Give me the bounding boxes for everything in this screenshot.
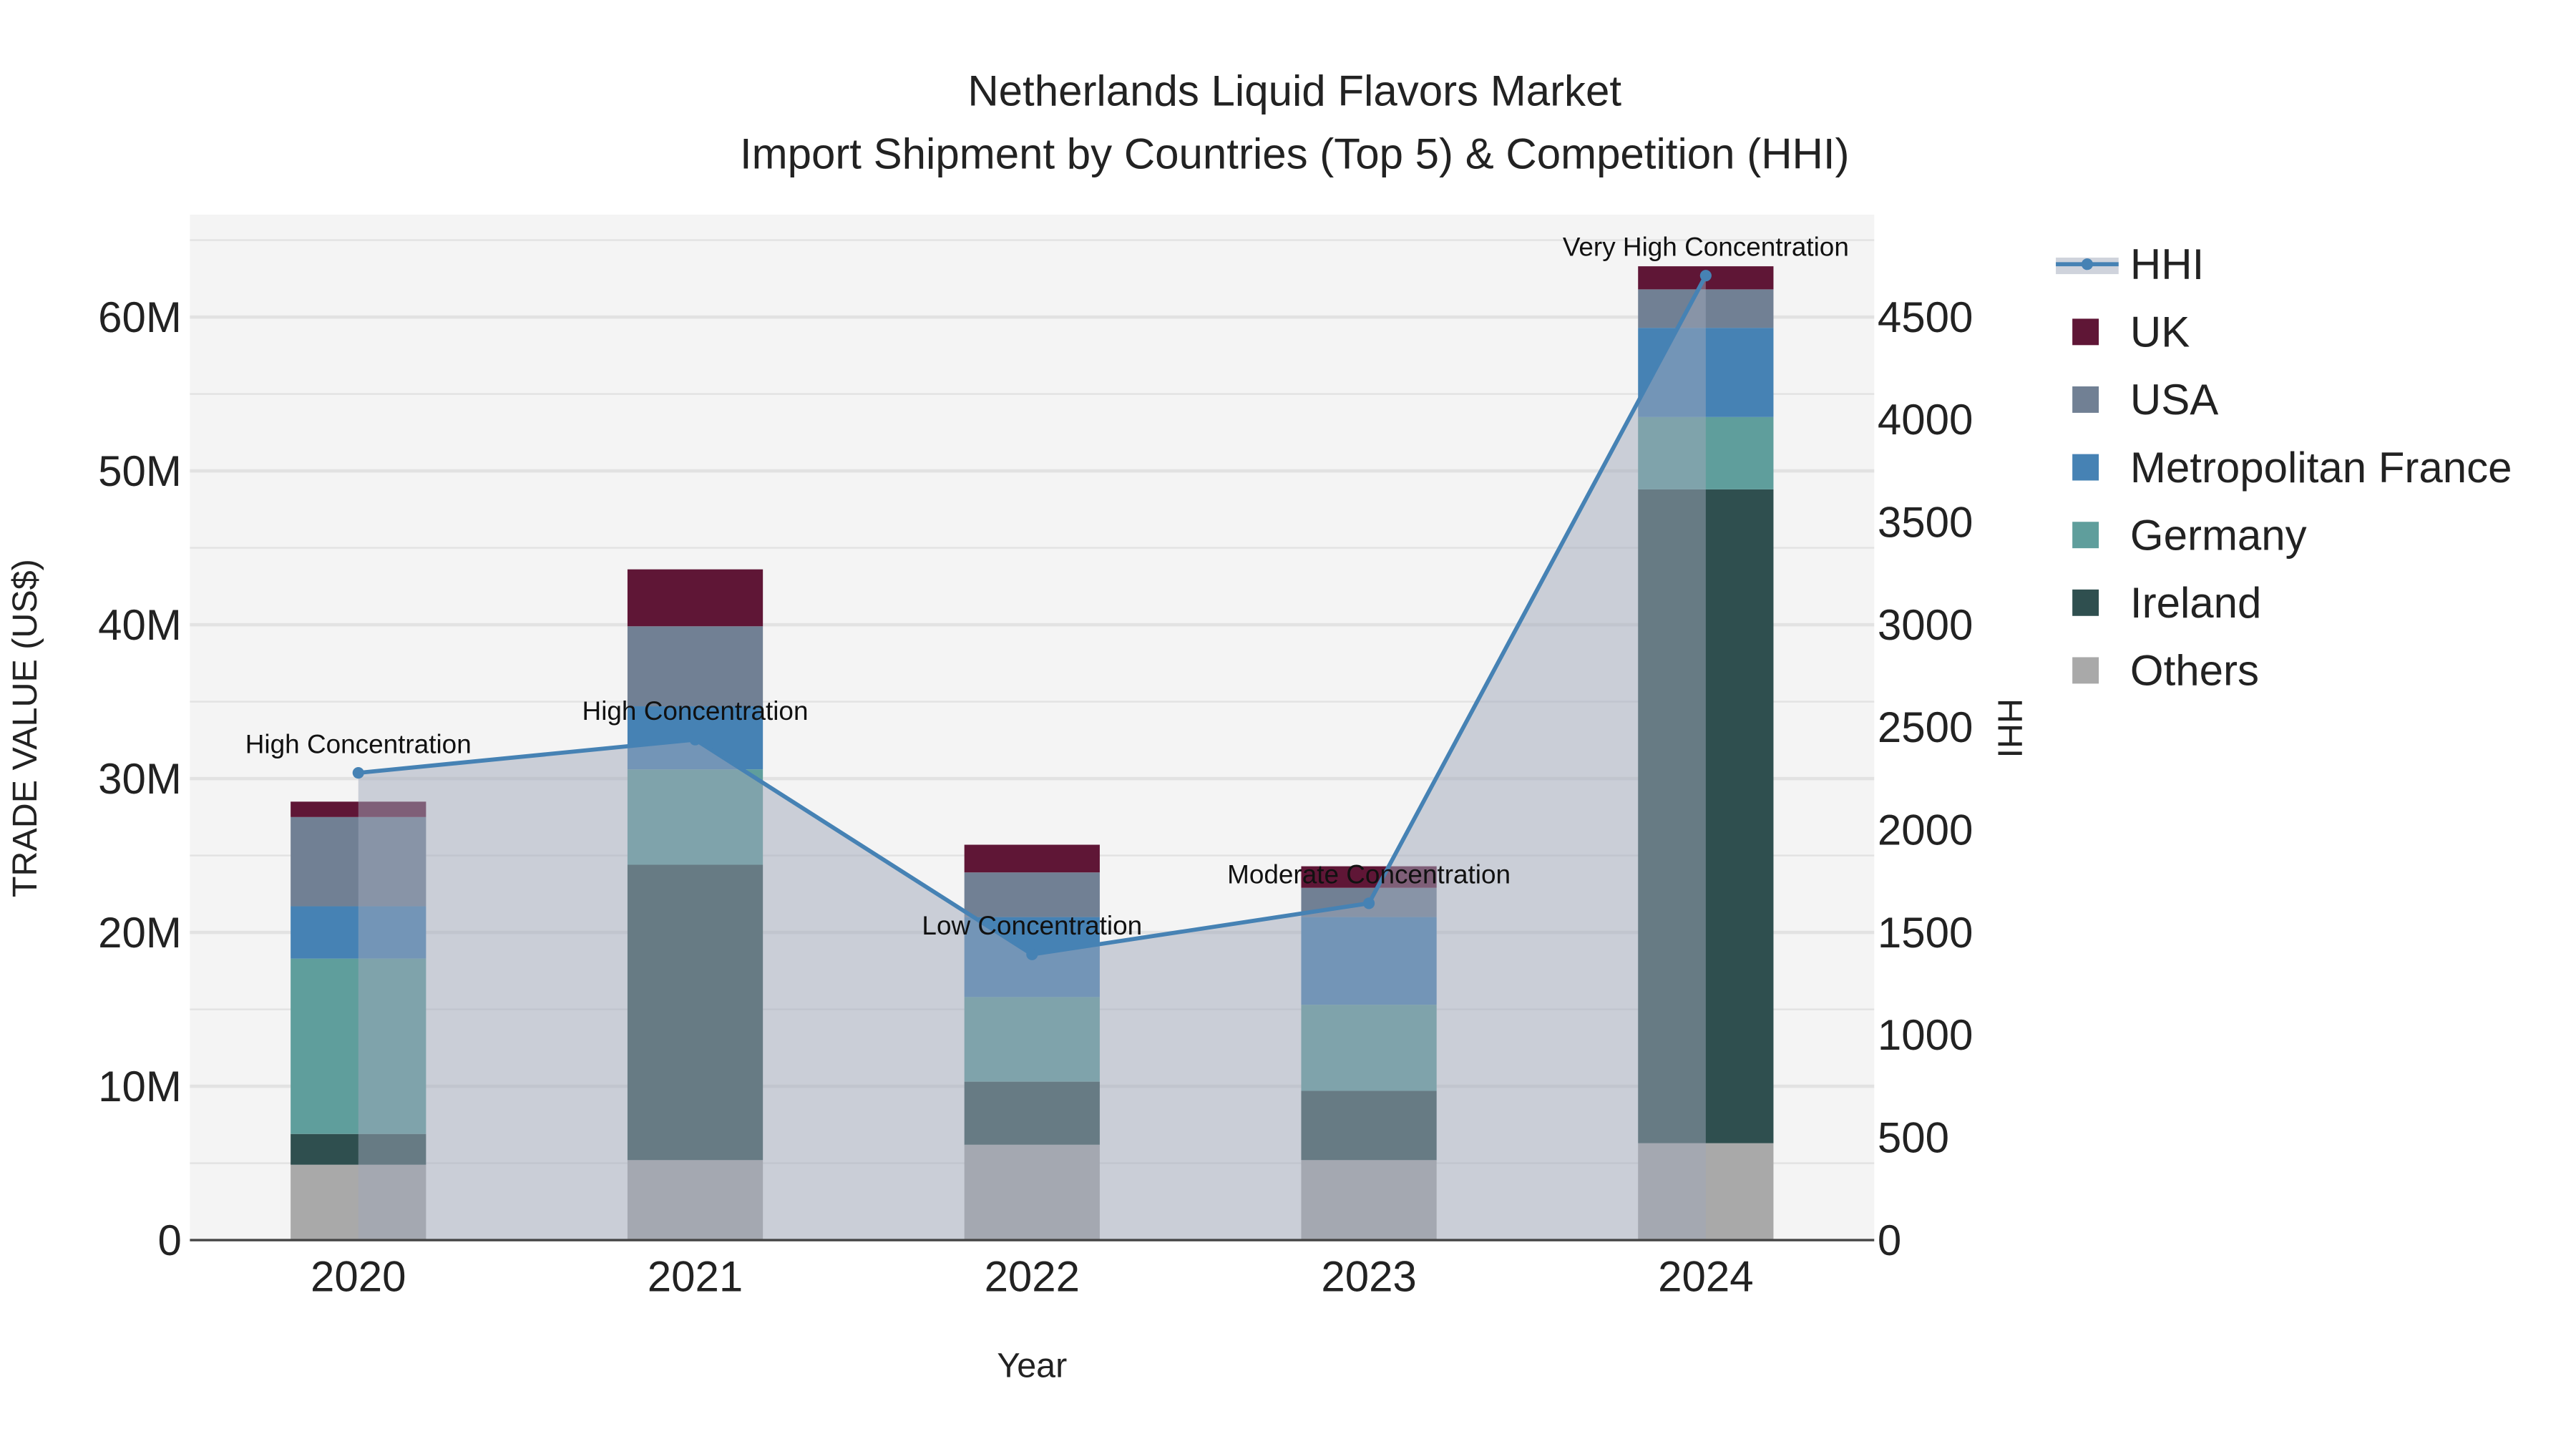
bar-uk	[964, 844, 1100, 873]
y2-tick-label: 4000	[1878, 396, 1973, 444]
y2-tick-label: 1500	[1878, 909, 1973, 957]
hhi-annotation: Moderate Concentration	[1227, 860, 1511, 889]
x-tick-label: 2021	[648, 1253, 743, 1301]
legend-label: Others	[2130, 647, 2259, 695]
legend-label: Ireland	[2130, 579, 2261, 627]
chart-title: Netherlands Liquid Flavors Market	[967, 67, 1621, 115]
hhi-annotation: High Concentration	[245, 729, 472, 758]
y2-tick-label: 1000	[1878, 1011, 1973, 1059]
y2-tick-label: 4500	[1878, 293, 1973, 341]
y-tick-label: 30M	[98, 755, 182, 803]
legend-swatch	[2072, 657, 2099, 684]
legend-swatch	[2072, 386, 2099, 413]
legend-label: USA	[2130, 376, 2218, 424]
legend-swatch	[2072, 318, 2099, 346]
y2-tick-label: 0	[1878, 1216, 1901, 1264]
hhi-point	[352, 766, 364, 779]
hhi-point	[689, 733, 701, 746]
hhi-annotation: Low Concentration	[922, 911, 1142, 940]
y-tick-label: 10M	[98, 1063, 182, 1111]
x-tick-label: 2020	[311, 1253, 406, 1301]
y2-tick-label: 3500	[1878, 499, 1973, 547]
hhi-point	[1699, 270, 1712, 282]
y-tick-label: 60M	[98, 293, 182, 341]
y2-axis-label: HHI	[1990, 698, 2029, 758]
chart-subtitle: Import Shipment by Countries (Top 5) & C…	[740, 130, 1850, 177]
y-axis-label: TRADE VALUE (US$)	[6, 559, 44, 897]
legend-swatch	[2072, 522, 2099, 549]
bar-uk	[627, 569, 763, 627]
x-tick-label: 2024	[1658, 1253, 1753, 1301]
y-tick-label: 0	[157, 1216, 181, 1264]
legend-hhi-marker	[2081, 258, 2093, 270]
hhi-point	[1363, 897, 1375, 909]
hhi-point	[1026, 948, 1038, 960]
y2-tick-label: 500	[1878, 1114, 1949, 1162]
legend-label: UK	[2130, 308, 2190, 356]
x-axis-label: Year	[997, 1347, 1067, 1385]
legend-swatch	[2072, 589, 2099, 616]
legend-label: HHI	[2130, 240, 2204, 288]
legend-swatch	[2072, 454, 2099, 481]
y-tick-label: 20M	[98, 909, 182, 957]
y-tick-label: 50M	[98, 447, 182, 495]
y2-tick-label: 2000	[1878, 806, 1973, 854]
y-tick-label: 40M	[98, 601, 182, 649]
y2-tick-label: 3000	[1878, 601, 1973, 649]
hhi-annotation: High Concentration	[582, 696, 809, 726]
x-tick-label: 2023	[1321, 1253, 1416, 1301]
y2-tick-label: 2500	[1878, 703, 1973, 751]
chart: Netherlands Liquid Flavors Market Import…	[6, 67, 2512, 1385]
legend-label: Germany	[2130, 511, 2307, 559]
hhi-annotation: Very High Concentration	[1563, 232, 1849, 261]
bar-usa	[627, 626, 763, 707]
legend-label: Metropolitan France	[2130, 444, 2512, 492]
x-tick-label: 2022	[985, 1253, 1080, 1301]
